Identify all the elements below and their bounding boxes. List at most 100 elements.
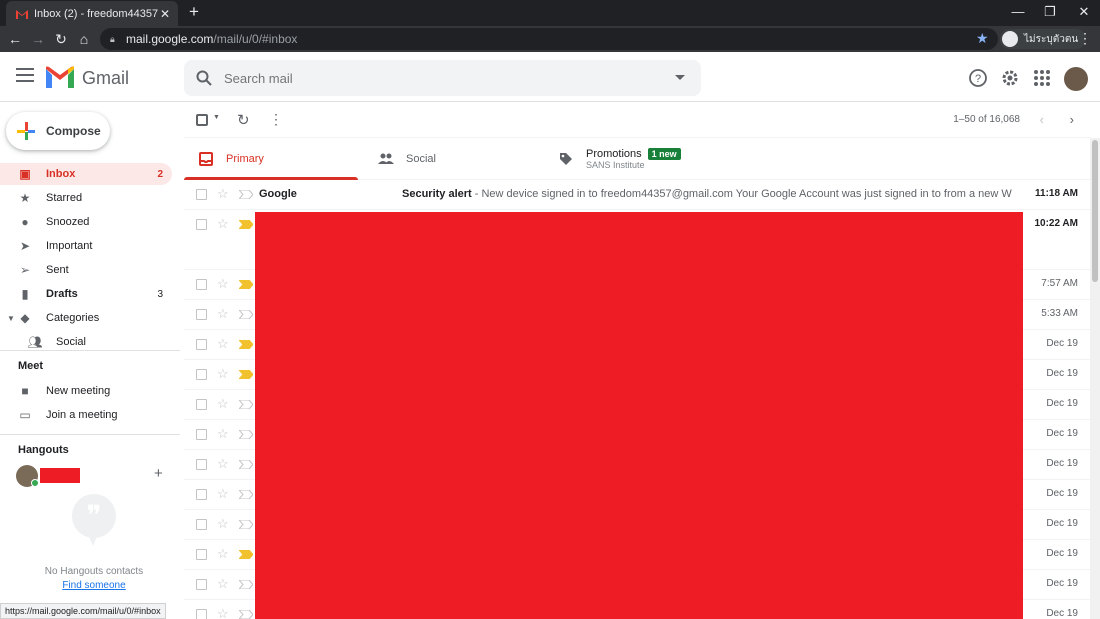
important-marker-icon[interactable] <box>239 370 253 379</box>
star-icon[interactable]: ☆ <box>217 576 229 592</box>
find-someone-link[interactable]: Find someone <box>0 580 188 591</box>
row-checkbox[interactable] <box>196 579 207 590</box>
star-icon[interactable]: ☆ <box>217 396 229 412</box>
main-menu-icon[interactable] <box>16 68 34 86</box>
inbox-tab-icon <box>198 152 214 166</box>
reload-icon[interactable]: ↻ <box>52 30 70 48</box>
search-bar[interactable] <box>184 60 701 96</box>
star-icon[interactable]: ☆ <box>217 186 229 202</box>
important-marker-icon[interactable] <box>239 610 253 619</box>
draft-icon: ▮ <box>21 287 29 301</box>
star-icon[interactable]: ☆ <box>217 366 229 382</box>
important-marker-icon[interactable] <box>239 400 253 409</box>
minimize-icon[interactable]: — <box>1008 3 1028 21</box>
settings-gear-icon[interactable] <box>1000 68 1020 88</box>
apps-grid-icon[interactable] <box>1032 68 1052 88</box>
star-icon[interactable]: ☆ <box>217 456 229 472</box>
back-icon[interactable]: ← <box>6 30 24 48</box>
sidebar-item-sent[interactable]: ➢ Sent <box>0 259 172 281</box>
star-icon[interactable]: ☆ <box>217 336 229 352</box>
sidebar-item-label: Inbox <box>46 168 76 180</box>
star-icon[interactable]: ☆ <box>217 216 229 232</box>
important-marker-icon[interactable] <box>239 340 253 349</box>
table-row[interactable]: ☆ Google Security alert - New device signe… <box>184 180 1090 210</box>
star-icon[interactable]: ☆ <box>217 546 229 562</box>
browser-menu-icon[interactable]: ⋮ <box>1078 30 1092 47</box>
category-tabs: Primary Social Promotions 1 new SANS Inst… <box>184 138 1090 180</box>
select-dropdown-icon[interactable]: ▼ <box>213 114 220 121</box>
row-checkbox[interactable] <box>196 519 207 530</box>
search-input[interactable] <box>224 70 644 86</box>
select-all-checkbox[interactable] <box>196 114 208 126</box>
search-icon[interactable] <box>196 70 212 86</box>
join-meeting-item[interactable]: ▭ Join a meeting <box>0 404 172 426</box>
row-checkbox[interactable] <box>196 309 207 320</box>
search-options-icon[interactable] <box>675 75 685 80</box>
important-marker-icon[interactable] <box>239 490 253 499</box>
important-marker-icon[interactable] <box>239 550 253 559</box>
bookmark-star-icon[interactable]: ★ <box>976 30 989 47</box>
compose-button[interactable]: Compose <box>6 112 110 150</box>
star-icon[interactable]: ☆ <box>217 486 229 502</box>
row-date: 11:18 AM <box>1035 188 1078 199</box>
row-checkbox[interactable] <box>196 489 207 500</box>
sidebar-item-snoozed[interactable]: ● Snoozed <box>0 211 172 233</box>
tab-promotions[interactable]: Promotions 1 new SANS Institute <box>544 138 730 180</box>
sidebar-item-drafts[interactable]: ▮ Drafts 3 <box>0 283 172 305</box>
row-checkbox[interactable] <box>196 279 207 290</box>
sidebar-item-starred[interactable]: ★ Starred <box>0 187 172 209</box>
address-bar[interactable]: 🔒︎ mail.google.com/mail/u/0/#inbox <box>100 28 998 50</box>
sidebar-item-important[interactable]: ➤ Important <box>0 235 172 257</box>
star-icon[interactable]: ☆ <box>217 306 229 322</box>
tab-label: Primary <box>226 153 264 165</box>
browser-tab[interactable]: Inbox (2) - freedom44357@gmail.com ✕ <box>6 1 178 26</box>
row-checkbox[interactable] <box>196 399 207 410</box>
new-tab-icon[interactable]: + <box>186 3 202 20</box>
row-checkbox[interactable] <box>196 219 207 230</box>
restore-icon[interactable]: ❐ <box>1040 3 1060 21</box>
important-marker-icon[interactable] <box>239 310 253 319</box>
hangouts-user[interactable]: + <box>16 465 166 487</box>
row-date: Dec 19 <box>1046 608 1078 619</box>
account-avatar[interactable] <box>1064 67 1088 91</box>
star-icon[interactable]: ☆ <box>217 276 229 292</box>
tab-close-icon[interactable]: ✕ <box>158 7 172 21</box>
add-contact-icon[interactable]: + <box>154 465 163 482</box>
older-page-icon[interactable]: › <box>1070 112 1074 127</box>
sidebar-item-categories[interactable]: ▼ ◆ Categories <box>0 307 172 329</box>
star-icon[interactable]: ☆ <box>217 426 229 442</box>
row-date: 10:22 AM <box>1034 218 1078 229</box>
more-options-icon[interactable]: ⋮ <box>269 111 283 128</box>
star-icon[interactable]: ☆ <box>217 516 229 532</box>
row-checkbox[interactable] <box>196 189 207 200</box>
star-icon[interactable]: ☆ <box>217 606 229 619</box>
row-checkbox[interactable] <box>196 369 207 380</box>
new-meeting-item[interactable]: ■ New meeting <box>0 380 172 402</box>
close-window-icon[interactable]: ✕ <box>1074 3 1094 21</box>
row-checkbox[interactable] <box>196 459 207 470</box>
refresh-icon[interactable]: ↻ <box>237 111 250 129</box>
tab-primary[interactable]: Primary <box>184 138 370 180</box>
scrollbar-thumb[interactable] <box>1092 140 1098 282</box>
important-marker-icon[interactable] <box>239 220 253 229</box>
help-icon[interactable]: ? <box>968 68 988 88</box>
important-marker-icon[interactable] <box>239 430 253 439</box>
row-checkbox[interactable] <box>196 429 207 440</box>
important-marker-icon[interactable] <box>239 190 253 199</box>
drafts-count: 3 <box>157 288 163 300</box>
forward-icon[interactable]: → <box>29 30 47 48</box>
home-icon[interactable]: ⌂ <box>75 30 93 48</box>
row-checkbox[interactable] <box>196 549 207 560</box>
profile-button[interactable]: ไม่ระบุตัวตน <box>1000 29 1087 49</box>
row-checkbox[interactable] <box>196 609 207 619</box>
expand-arrow-icon[interactable]: ▼ <box>7 314 15 323</box>
important-marker-icon[interactable] <box>239 280 253 289</box>
sidebar-item-inbox[interactable]: ▣ Inbox 2 <box>0 163 172 185</box>
scrollbar[interactable] <box>1090 138 1100 619</box>
tab-social[interactable]: Social <box>364 138 550 180</box>
important-marker-icon[interactable] <box>239 580 253 589</box>
important-marker-icon[interactable] <box>239 460 253 469</box>
newer-page-icon[interactable]: ‹ <box>1040 112 1044 127</box>
row-checkbox[interactable] <box>196 339 207 350</box>
important-marker-icon[interactable] <box>239 520 253 529</box>
